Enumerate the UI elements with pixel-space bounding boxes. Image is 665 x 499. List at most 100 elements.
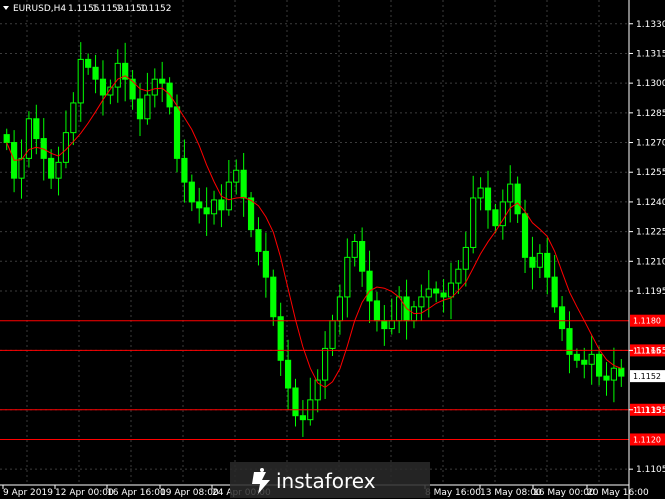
- candle-body: [336, 296, 344, 322]
- candle-body: [544, 252, 551, 278]
- candle-body: [477, 187, 484, 199]
- candle-body: [359, 241, 366, 272]
- candle-body: [159, 78, 166, 84]
- price-tick-label: 1.1300: [636, 79, 665, 89]
- chart-header: EURUSD,H4 1.1155 1.1159 1.1150 1.1152: [3, 4, 172, 14]
- candle-body: [277, 316, 284, 361]
- candle-body: [433, 288, 440, 294]
- price-chart[interactable]: 1.1180 1.1165 1.1135 1.1120 1.1330 1.1315 1.1…: [0, 0, 665, 499]
- candle-body: [573, 353, 580, 361]
- candle-body: [455, 268, 462, 284]
- candle-body: [225, 181, 232, 211]
- candle-body: [603, 375, 610, 381]
- candle-body: [529, 256, 536, 268]
- candle-body: [514, 183, 521, 215]
- candle-body: [351, 241, 358, 258]
- candle-body: [536, 252, 543, 268]
- time-tick-label: 19 Apr 08:00: [160, 488, 219, 498]
- price-tick-label: 1.1105: [636, 465, 665, 475]
- candle-body: [588, 353, 595, 365]
- close-value: 1.1152: [140, 4, 172, 14]
- candle-body: [240, 169, 247, 199]
- candle-body: [381, 320, 388, 330]
- candle-body: [144, 94, 151, 120]
- candle-body: [484, 187, 492, 211]
- candle-body: [440, 292, 447, 298]
- candle-body: [262, 250, 269, 278]
- price-tick-label: 1.1210: [636, 257, 665, 267]
- candle-body: [521, 213, 529, 258]
- candle-body: [388, 320, 395, 330]
- current-price-marker: 1.1152: [630, 370, 665, 383]
- candle-body: [581, 359, 588, 365]
- candle-body: [329, 320, 336, 349]
- candle-body: [551, 276, 558, 308]
- candle-body: [18, 157, 25, 179]
- price-tick-label: 1.1255: [636, 168, 665, 178]
- time-tick-label: 20 May 16:00: [587, 488, 649, 498]
- candle-body: [618, 367, 625, 377]
- symbol-label: EURUSD,H4: [13, 4, 66, 14]
- candle-body: [595, 353, 603, 377]
- candle-body: [188, 181, 195, 203]
- time-tick-label: 12 Apr 00:00: [55, 488, 114, 498]
- instaforex-watermark: instaforex: [230, 462, 430, 498]
- time-tick-label: 9 Apr 2019: [3, 488, 53, 498]
- candle-body: [492, 209, 499, 227]
- current-price-label: 1.1152: [633, 372, 661, 381]
- level-label: 1.1120: [633, 435, 661, 444]
- price-tick-label: 1.1240: [636, 198, 665, 208]
- candle-body: [173, 106, 181, 159]
- candle-body: [299, 415, 306, 421]
- candle-body: [85, 58, 92, 68]
- candle-body: [447, 282, 455, 298]
- candle-body: [77, 58, 84, 104]
- watermark-text: instaforex: [276, 469, 376, 493]
- candle-body: [203, 207, 210, 215]
- candle-body: [151, 78, 158, 96]
- candle-body: [470, 197, 477, 248]
- candle-body: [284, 359, 292, 389]
- price-tick-label: 1.1285: [636, 109, 665, 119]
- candle-body: [344, 256, 351, 298]
- candle-body: [210, 199, 218, 215]
- candle-body: [181, 157, 188, 183]
- candle-body: [270, 276, 277, 318]
- candle-body: [129, 78, 136, 100]
- candle-body: [558, 306, 566, 330]
- candle-body: [92, 66, 99, 80]
- candle-body: [462, 246, 469, 270]
- price-tick-label: 1.1270: [636, 139, 665, 149]
- candle-body: [255, 229, 262, 252]
- price-tick-label: 1.1315: [636, 49, 665, 59]
- time-tick-label: 8 May 16:00: [425, 488, 481, 498]
- price-tick-label: 1.1135: [636, 406, 665, 416]
- candle-body: [366, 270, 373, 302]
- level-label: 1.1180: [633, 317, 661, 326]
- candle-body: [322, 347, 329, 381]
- candle-body: [373, 300, 381, 322]
- candle-body: [418, 296, 425, 308]
- candle-body: [3, 134, 10, 144]
- candle-body: [99, 78, 107, 96]
- price-tick-label: 1.1225: [636, 228, 665, 238]
- candle-body: [33, 118, 40, 140]
- candle-body: [425, 288, 432, 298]
- candle-body: [55, 161, 62, 179]
- time-tick-label: 16 Apr 16:00: [107, 488, 166, 498]
- candle-body: [233, 169, 240, 183]
- price-tick-label: 1.1195: [636, 287, 665, 297]
- candle-body: [507, 183, 514, 203]
- chart-background: [0, 0, 665, 499]
- candle-body: [247, 197, 255, 231]
- candle-body: [610, 367, 617, 381]
- candle-body: [114, 62, 121, 88]
- candle-body: [48, 157, 55, 179]
- time-tick-label: 16 May 00:00: [533, 488, 595, 498]
- candle-body: [292, 387, 299, 417]
- price-tick-label: 1.1330: [636, 20, 665, 30]
- candle-body: [136, 98, 144, 120]
- candle-body: [218, 199, 225, 211]
- candle-body: [70, 102, 77, 134]
- price-tick-label: 1.1165: [636, 346, 665, 356]
